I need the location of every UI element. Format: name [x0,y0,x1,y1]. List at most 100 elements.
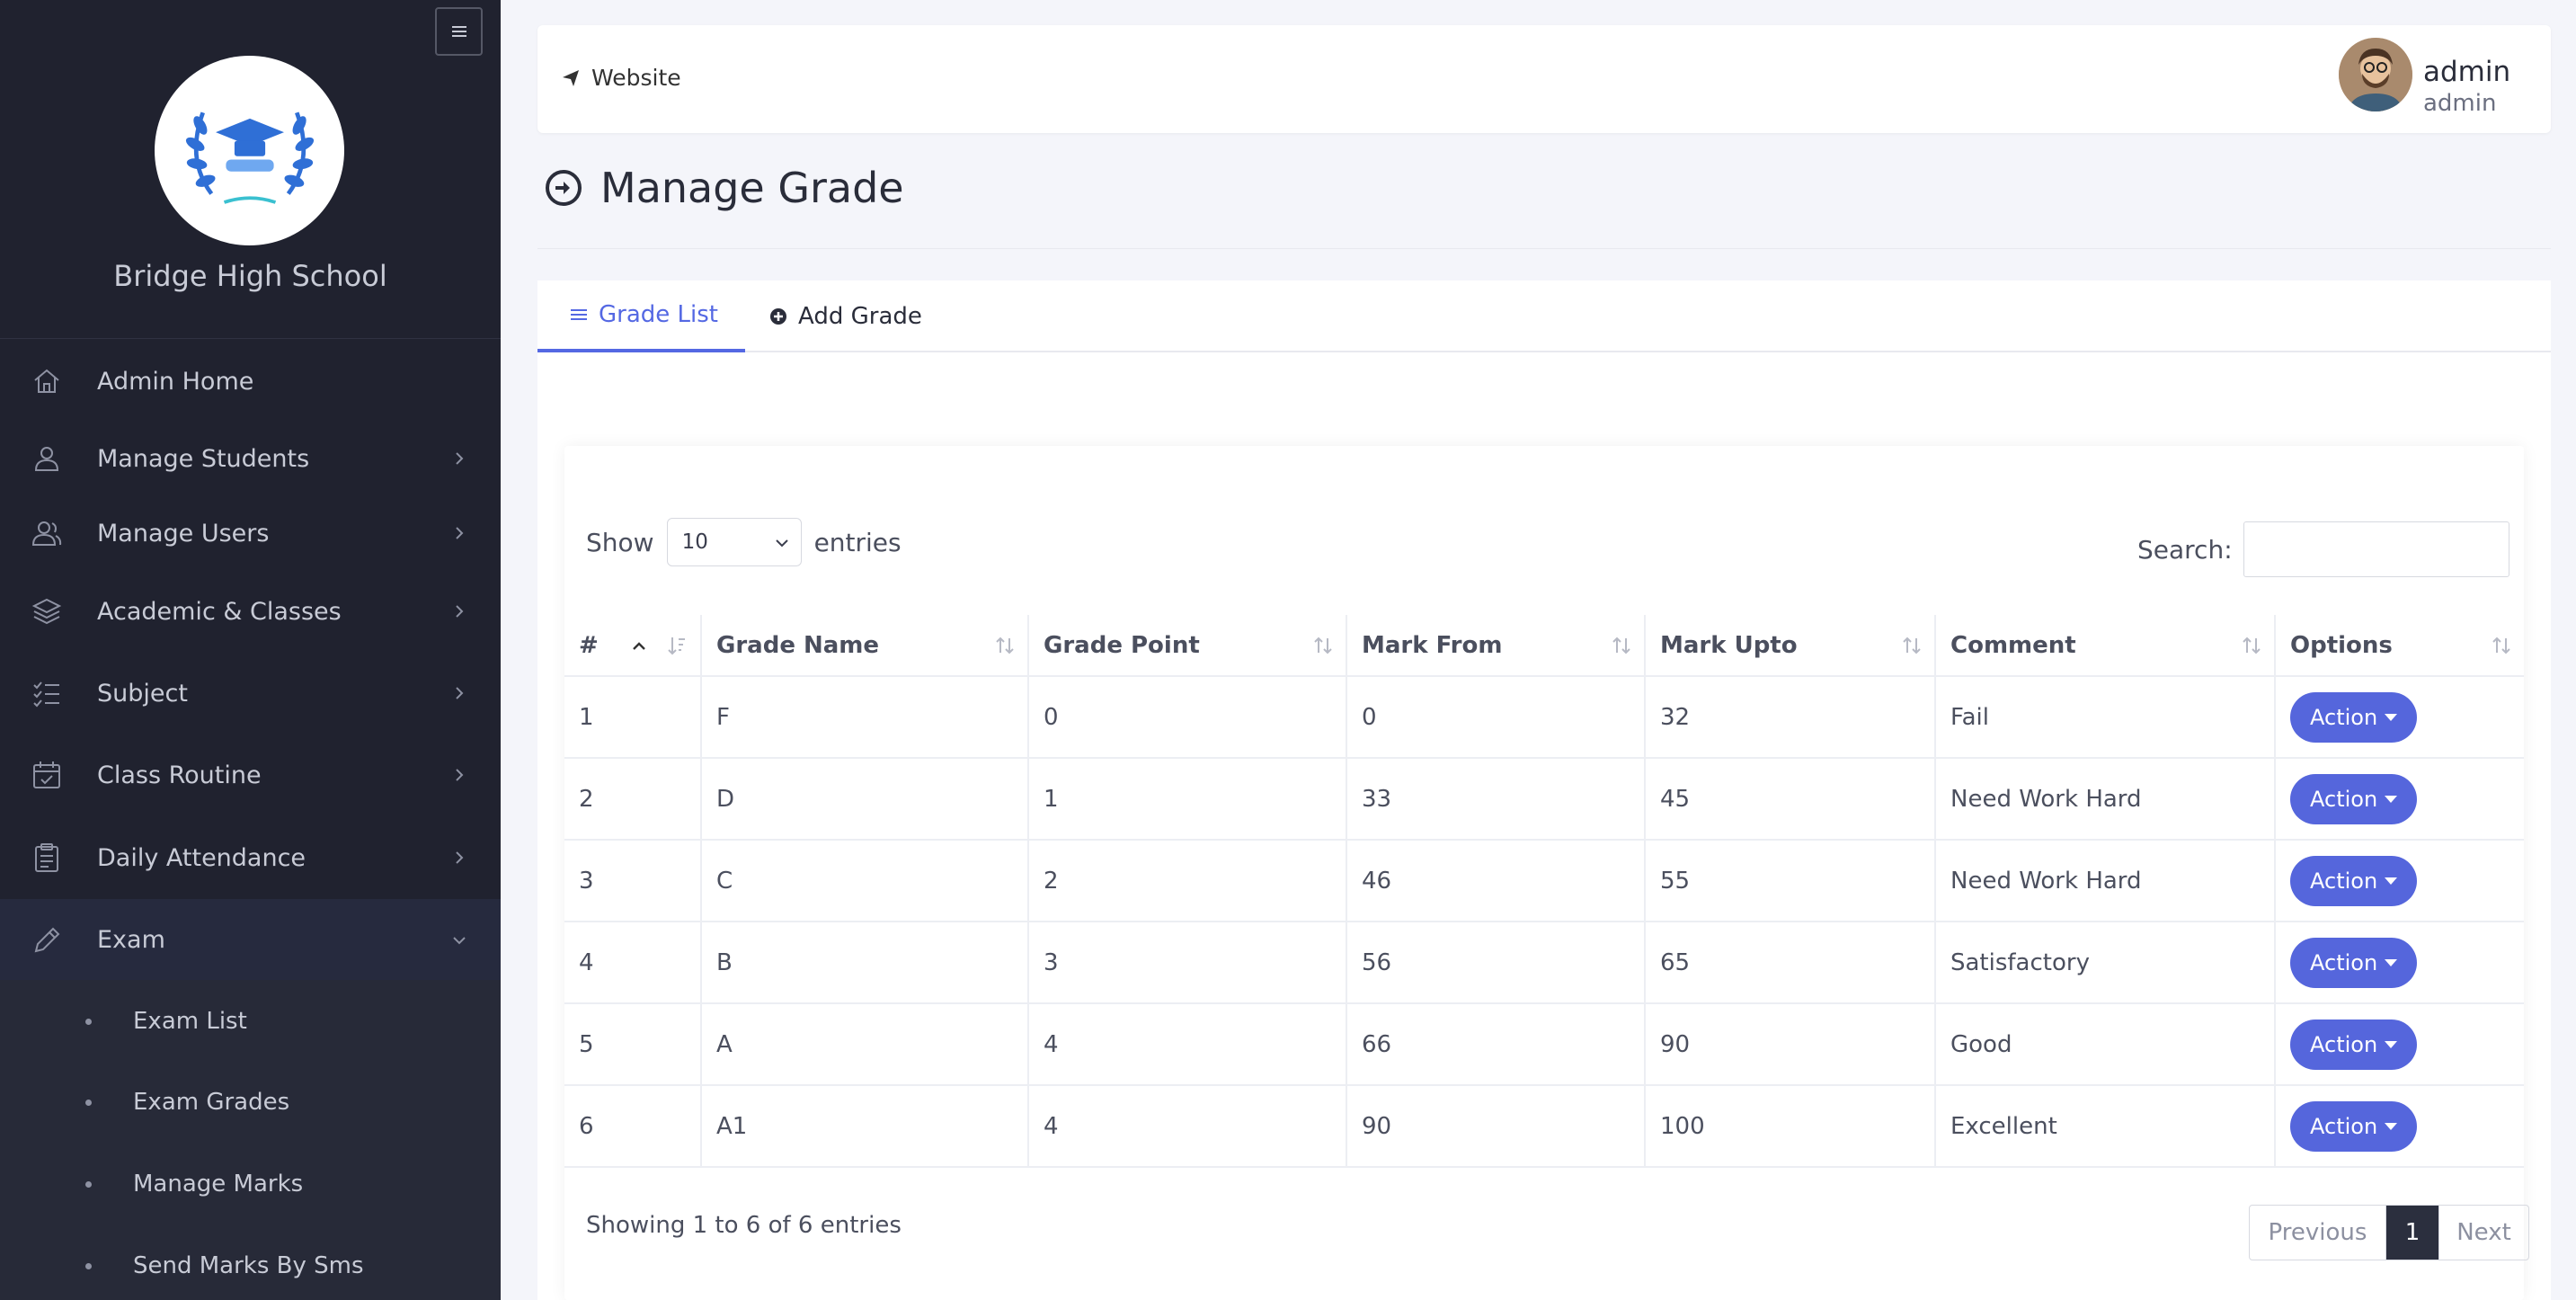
cell-grade-point: 0 [1028,676,1347,759]
cell-options: Action [2275,1085,2524,1168]
next-page-button[interactable]: Next [2438,1206,2528,1260]
entries-select[interactable]: 10 [666,518,802,566]
column-header-grade-point[interactable]: Grade Point [1028,615,1347,677]
cell-number: 3 [564,840,702,922]
sidebar-divider [0,338,501,339]
cell-mark-upto: 55 [1645,840,1936,922]
tab-add-grade[interactable]: Add Grade [769,280,922,352]
sidebar-subitem-label: Manage Marks [133,1171,304,1198]
sidebar-item-label: Manage Students [97,444,310,473]
sidebar-item-label: Admin Home [97,367,254,396]
sidebar-item-label: Manage Users [97,519,270,548]
bullet-icon [85,1018,92,1025]
cell-comment: Good [1935,1003,2276,1086]
cell-mark-from: 56 [1346,922,1646,1004]
column-header-number[interactable]: # [564,615,702,677]
action-button[interactable]: Action [2290,1100,2418,1152]
sidebar-item-manage-users[interactable]: Manage Users [0,494,501,573]
chevron-right-icon [456,769,464,781]
cell-grade-point: 4 [1028,1003,1347,1086]
chevron-up-icon [633,642,645,650]
table-row: 3 C 2 46 55 Need Work Hard Action [564,840,2524,922]
search-input[interactable] [2243,521,2509,577]
cell-number: 2 [564,758,702,841]
user-name: admin [2423,56,2511,88]
show-label: Show [586,527,654,557]
page-button-current[interactable]: 1 [2386,1206,2438,1260]
sidebar-item-admin-home[interactable]: Admin Home [0,342,501,421]
avatar[interactable] [2339,38,2412,111]
sidebar-item-daily-attendance[interactable]: Daily Attendance [0,818,501,897]
list-icon [571,309,587,320]
sidebar-toggle-button[interactable] [435,7,483,56]
cell-grade-name: D [701,758,1029,841]
action-button[interactable]: Action [2290,1019,2418,1070]
bullet-icon [85,1262,92,1269]
list-check-icon [31,677,63,709]
table-row: 1 F 0 0 32 Fail Action [564,676,2524,759]
arrow-circle-right-icon [546,170,582,206]
caret-down-icon [2385,713,2398,721]
sidebar-subitem-label: Send Marks By Sms [133,1252,364,1279]
sort-numeric-icon [668,637,685,655]
cell-number: 5 [564,1003,702,1086]
chevron-down-icon [453,936,466,944]
cell-options: Action [2275,922,2524,1004]
table-row: 4 B 3 56 65 Satisfactory Action [564,922,2524,1004]
column-header-grade-name[interactable]: Grade Name [701,615,1029,677]
sidebar-item-class-routine[interactable]: Class Routine [0,735,501,815]
bullet-icon [85,1099,92,1106]
sidebar-item-label: Academic & Classes [97,597,342,626]
sidebar-item-label: Subject [97,679,188,708]
table-row: 5 A 4 66 90 Good Action [564,1003,2524,1086]
sidebar-item-label: Class Routine [97,761,262,789]
school-name: Bridge High School [113,259,387,293]
search-label: Search: [2137,534,2233,565]
grade-table-card: Show 10 entries Search: # Grade Name Gra… [564,446,2529,1300]
caret-down-icon [2385,877,2398,885]
cell-mark-from: 0 [1346,676,1646,759]
cell-grade-name: B [701,922,1029,1004]
sidebar-item-academic-classes[interactable]: Academic & Classes [0,572,501,651]
sidebar-item-label: Exam [97,926,165,954]
sort-icon [2243,637,2261,654]
layers-icon [31,595,63,628]
caret-down-icon [2385,1122,2398,1130]
previous-page-button[interactable]: Previous [2250,1206,2386,1260]
cell-grade-name: A [701,1003,1029,1086]
column-header-mark-from[interactable]: Mark From [1346,615,1646,677]
sidebar: Bridge High School Admin Home Manage Stu… [0,0,501,1300]
action-button[interactable]: Action [2290,855,2418,906]
cell-mark-upto: 90 [1645,1003,1936,1086]
column-header-mark-upto[interactable]: Mark Upto [1645,615,1936,677]
pencil-icon [31,924,63,957]
cell-comment: Need Work Hard [1935,840,2276,922]
table-row: 2 D 1 33 45 Need Work Hard Action [564,758,2524,841]
sidebar-item-manage-students[interactable]: Manage Students [0,419,501,498]
sidebar-item-subject[interactable]: Subject [0,654,501,733]
website-link[interactable]: Website [561,65,681,91]
school-logo [155,56,344,245]
chevron-right-icon [456,851,464,864]
caret-down-icon [2385,958,2398,966]
sidebar-subitem-exam-grades[interactable]: Exam Grades [0,1062,501,1143]
cell-mark-from: 90 [1346,1085,1646,1168]
entries-control: Show 10 entries [586,518,902,566]
action-button[interactable]: Action [2290,691,2418,743]
sidebar-item-exam[interactable]: Exam [0,899,501,981]
sidebar-subitem-manage-marks[interactable]: Manage Marks [0,1144,501,1224]
action-button[interactable]: Action [2290,937,2418,988]
cell-options: Action [2275,758,2524,841]
column-header-comment[interactable]: Comment [1935,615,2276,677]
sidebar-subitem-label: Exam List [133,1008,247,1035]
action-button[interactable]: Action [2290,773,2418,824]
cell-mark-from: 33 [1346,758,1646,841]
table-info: Showing 1 to 6 of 6 entries [586,1212,902,1239]
table-row: 6 A1 4 90 100 Excellent Action [564,1085,2524,1168]
tab-grade-list[interactable]: Grade List [537,280,745,352]
sort-icon [1903,637,1921,654]
sidebar-subitem-exam-list[interactable]: Exam List [0,981,501,1062]
tab-bar: Grade List Add Grade [537,280,2551,352]
sidebar-subitem-send-marks-by-sms[interactable]: Send Marks By Sms [0,1225,501,1300]
column-header-options[interactable]: Options [2275,615,2524,677]
